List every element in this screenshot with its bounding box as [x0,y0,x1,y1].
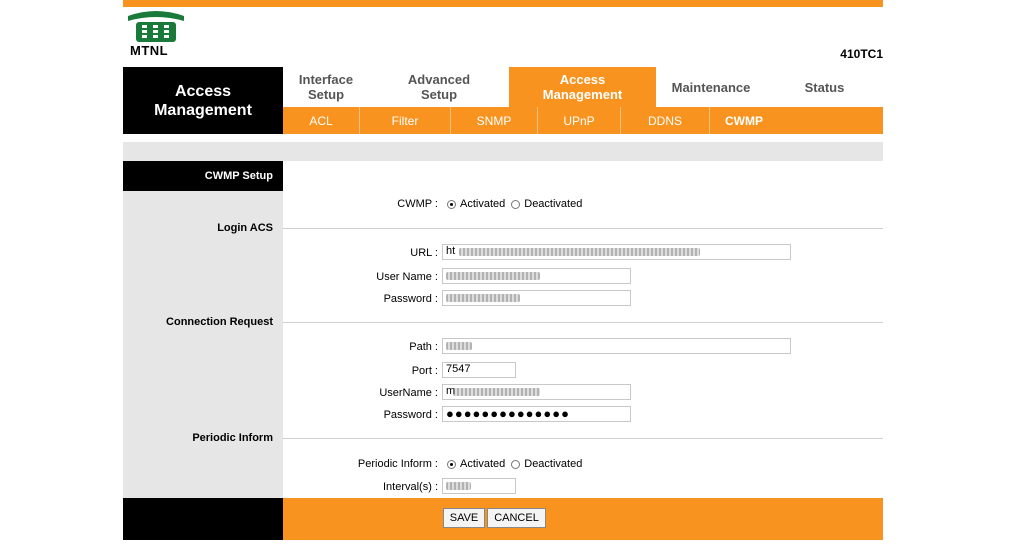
conn-password-input[interactable]: ●●●●●●●●●●●●●● [442,406,631,422]
radio-label: Deactivated [524,458,583,470]
interval-input[interactable] [442,478,516,494]
conn-username-input[interactable]: m [442,384,631,400]
section-periodic-inform: Periodic Inform [192,432,273,444]
periodic-activated-radio[interactable] [447,459,456,469]
brand-name: MTNL [130,43,169,58]
tab-advanced-setup[interactable]: Advanced Setup [369,67,509,107]
redacted-mask [446,342,472,350]
port-value: 7547 [446,363,471,375]
cwmp-label: CWMP : [397,198,438,210]
redacted-mask [446,294,520,302]
path-label: Path : [409,341,438,353]
main-tabs: Interface Setup Advanced Setup Access Ma… [283,67,883,107]
url-value: ht [446,245,456,257]
footer-bar [283,498,883,540]
tab-maintenance[interactable]: Maintenance [656,67,766,107]
tab-label: Maintenance [671,79,751,95]
subtab-cwmp[interactable]: CWMP [710,107,778,134]
username-label: User Name : [376,271,438,283]
conn-username-label: UserName : [379,387,438,399]
divider [283,322,883,323]
tab-label: Status [804,79,845,95]
redacted-mask [446,272,540,280]
password-label: Password : [383,293,438,305]
conn-password-value: ●●●●●●●●●●●●●● [446,406,570,421]
url-label: URL : [410,247,438,259]
url-input[interactable]: ht [442,244,791,260]
port-input[interactable]: 7547 [442,362,516,378]
cwmp-radio-group: Activated Deactivated [447,198,588,210]
radio-label: Activated [460,198,506,210]
section-login-acs: Login ACS [217,222,273,234]
password-input[interactable] [442,290,631,306]
cwmp-deactivated-radio[interactable] [511,199,521,209]
radio-label: Deactivated [524,198,583,210]
redacted-mask [459,248,700,256]
radio-label: Activated [460,458,506,470]
conn-password-label: Password : [383,409,438,421]
redacted-mask [446,482,471,490]
left-label-column [123,161,283,498]
panel-title: CWMP Setup [123,161,283,191]
periodic-deactivated-radio[interactable] [511,459,521,469]
redacted-mask [453,388,540,396]
section-title: Access Management [123,67,283,134]
spacer-bar [123,142,883,161]
tab-access-management[interactable]: Access Management [509,67,656,107]
subtab-snmp[interactable]: SNMP [451,107,538,134]
subtab-acl[interactable]: ACL [283,107,360,134]
interval-label: Interval(s) : [382,481,438,493]
tab-label: Access Management [542,72,623,102]
tab-label: Advanced Setup [407,72,471,102]
path-input[interactable] [442,338,791,354]
section-connection-request: Connection Request [166,316,273,328]
sub-tabs: ACL Filter SNMP UPnP DDNS CWMP [283,107,883,134]
cancel-button[interactable]: CANCEL [487,508,546,528]
periodic-inform-radio-group: Activated Deactivated [447,458,588,470]
section-title-text: Access Management [154,82,252,119]
username-input[interactable] [442,268,631,284]
divider [283,228,883,229]
port-label: Port : [411,365,438,377]
cwmp-activated-radio[interactable] [447,199,456,209]
periodic-inform-label: Periodic Inform : [357,458,438,470]
top-accent-bar [123,0,883,7]
tab-status[interactable]: Status [766,67,883,107]
tab-interface-setup[interactable]: Interface Setup [283,67,369,107]
subtab-upnp[interactable]: UPnP [538,107,621,134]
tab-label: Interface Setup [298,72,354,102]
divider [283,438,883,439]
save-button[interactable]: SAVE [443,508,485,528]
subtab-filter[interactable]: Filter [360,107,451,134]
subtab-ddns[interactable]: DDNS [621,107,710,134]
model-number: 410TC1 [840,47,883,61]
footer-left [123,498,283,540]
